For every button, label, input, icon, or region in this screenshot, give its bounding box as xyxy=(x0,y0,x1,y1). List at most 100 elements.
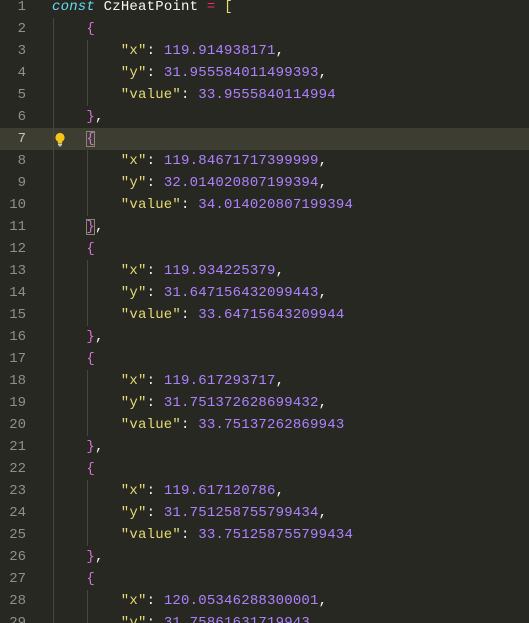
property-value: 31.955584011499393 xyxy=(163,65,319,81)
code-line[interactable]: 14 "y": 31.647156432099443, xyxy=(0,282,529,304)
colon: : xyxy=(181,417,199,433)
code-line[interactable]: 1 const CzHeatPoint = [ xyxy=(0,0,529,18)
line-number: 1 xyxy=(17,0,26,15)
code-line[interactable]: 5 "value": 33.9555840114994 xyxy=(0,84,529,106)
close-brace: } xyxy=(86,329,95,345)
code-line[interactable]: 17 { xyxy=(0,348,529,370)
comma: , xyxy=(275,373,285,389)
code-line[interactable]: 24 "y": 31.751258755799434, xyxy=(0,502,529,524)
comma: , xyxy=(275,43,285,59)
colon: : xyxy=(146,395,164,411)
code-text: { xyxy=(86,458,95,480)
code-line[interactable]: 22 { xyxy=(0,458,529,480)
indent-guide xyxy=(53,194,54,216)
code-line[interactable]: 12 { xyxy=(0,238,529,260)
line-number: 12 xyxy=(9,241,26,257)
line-number: 15 xyxy=(9,307,26,323)
property-value: 31.75861631719943 xyxy=(163,615,311,623)
close-brace: } xyxy=(86,109,95,125)
line-number: 9 xyxy=(17,175,26,191)
code-line[interactable]: 8 "x": 119.84671717399999, xyxy=(0,150,529,172)
code-line[interactable]: 18 "x": 119.617293717, xyxy=(0,370,529,392)
code-line[interactable]: 23 "x": 119.617120786, xyxy=(0,480,529,502)
code-editor[interactable]: 1 const CzHeatPoint = [2{3 "x": 119.914938… xyxy=(0,0,529,623)
property-key: "y" xyxy=(120,285,147,301)
code-text: "y": 32.014020807199394, xyxy=(121,172,327,194)
code-text: "x": 119.914938171, xyxy=(121,40,284,62)
indent-guide xyxy=(53,348,54,370)
indent-guide xyxy=(53,260,54,282)
code-line[interactable]: 16}, xyxy=(0,326,529,348)
code-text: { xyxy=(86,128,95,150)
lightbulb-icon[interactable] xyxy=(52,131,68,147)
indent-guide xyxy=(87,502,89,524)
code-text: "x": 119.617293717, xyxy=(121,370,284,392)
code-text: "y": 31.955584011499393, xyxy=(121,62,327,84)
code-line[interactable]: 10 "value": 34.014020807199394 xyxy=(0,194,529,216)
line-number: 27 xyxy=(9,571,26,587)
line-number: 2 xyxy=(17,21,26,37)
line-number: 22 xyxy=(9,461,26,477)
property-key: "y" xyxy=(120,615,147,623)
property-key: "x" xyxy=(120,593,147,609)
property-value: 31.751372628699432 xyxy=(163,395,319,411)
indent-guide xyxy=(53,370,54,392)
indent-guide xyxy=(87,282,89,304)
line-number: 16 xyxy=(9,329,26,345)
line-number: 29 xyxy=(9,615,26,623)
code-line[interactable]: 13 "x": 119.934225379, xyxy=(0,260,529,282)
code-line[interactable]: 6}, xyxy=(0,106,529,128)
indent-guide xyxy=(53,150,54,172)
code-text: "value": 33.64715643209944 xyxy=(121,304,345,326)
comma: , xyxy=(95,109,104,125)
indent-guide xyxy=(87,150,89,172)
code-line[interactable]: 3 "x": 119.914938171, xyxy=(0,40,529,62)
code-line[interactable]: 29 "y": 31.75861631719943, xyxy=(0,612,529,623)
code-text: "x": 119.934225379, xyxy=(121,260,284,282)
indent-guide xyxy=(87,480,89,502)
code-text: "value": 34.014020807199394 xyxy=(121,194,353,216)
line-number: 10 xyxy=(9,197,26,213)
property-value: 31.751258755799434 xyxy=(163,505,319,521)
code-line[interactable]: 2{ xyxy=(0,18,529,40)
comma: , xyxy=(318,153,328,169)
indent-guide xyxy=(87,590,89,612)
code-line[interactable]: 25 "value": 33.751258755799434 xyxy=(0,524,529,546)
colon: : xyxy=(146,285,164,301)
indent-guide xyxy=(53,18,54,40)
property-value: 119.934225379 xyxy=(163,263,276,279)
line-number: 20 xyxy=(9,417,26,433)
line-number: 4 xyxy=(17,65,26,81)
indent-guide xyxy=(53,590,54,612)
code-line[interactable]: 9 "y": 32.014020807199394, xyxy=(0,172,529,194)
code-text: "x": 119.84671717399999, xyxy=(121,150,327,172)
property-value: 33.751258755799434 xyxy=(198,527,354,543)
code-text: "y": 31.751258755799434, xyxy=(121,502,327,524)
code-text: { xyxy=(86,18,95,40)
code-line[interactable]: 11}, xyxy=(0,216,529,238)
property-key: "y" xyxy=(120,505,147,521)
indent-guide xyxy=(87,260,89,282)
code-line[interactable]: 21}, xyxy=(0,436,529,458)
indent-guide xyxy=(87,84,89,106)
code-line[interactable]: 4 "y": 31.955584011499393, xyxy=(0,62,529,84)
code-line[interactable]: 20 "value": 33.75137262869943 xyxy=(0,414,529,436)
indent-guide xyxy=(87,370,89,392)
code-line[interactable]: 19 "y": 31.751372628699432, xyxy=(0,392,529,414)
indent-guide xyxy=(87,172,89,194)
colon: : xyxy=(181,87,199,103)
property-value: 120.05346288300001 xyxy=(163,593,319,609)
line-number: 25 xyxy=(9,527,26,543)
code-line[interactable]: 15 "value": 33.64715643209944 xyxy=(0,304,529,326)
code-line[interactable]: 26}, xyxy=(0,546,529,568)
comma: , xyxy=(318,175,328,191)
code-text: "y": 31.751372628699432, xyxy=(121,392,327,414)
colon: : xyxy=(181,527,199,543)
code-text: "value": 33.9555840114994 xyxy=(121,84,336,106)
code-line[interactable]: 7{ xyxy=(0,128,529,150)
code-line[interactable]: 28 "x": 120.05346288300001, xyxy=(0,590,529,612)
close-brace: } xyxy=(86,219,95,235)
comma: , xyxy=(318,593,328,609)
code-line[interactable]: 27 { xyxy=(0,568,529,590)
indent-guide xyxy=(53,414,54,436)
